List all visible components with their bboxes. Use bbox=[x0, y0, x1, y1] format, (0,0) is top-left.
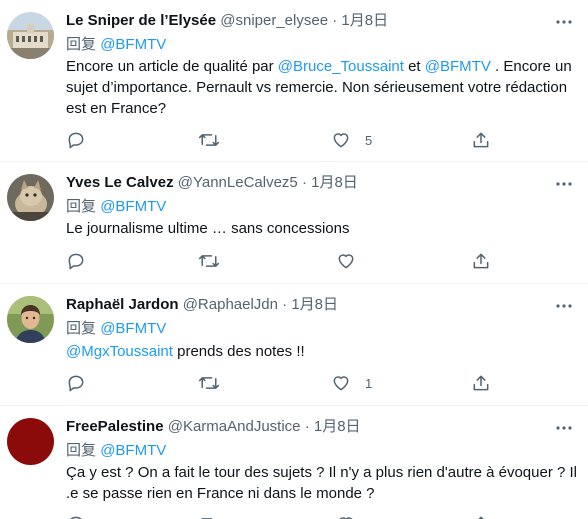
more-icon[interactable] bbox=[554, 174, 574, 194]
reply-button[interactable] bbox=[66, 130, 86, 150]
tweet-date[interactable]: 1月8日 bbox=[341, 12, 388, 29]
mention-link[interactable]: @MgxToussaint bbox=[66, 343, 173, 360]
like-icon bbox=[333, 133, 349, 148]
tweet-header: FreePalestine @KarmaAndJustice · 1月8日 bbox=[66, 418, 361, 436]
tweet-header: Raphaël Jardon @RaphaelJdn · 1月8日 bbox=[66, 296, 338, 314]
reply-button[interactable] bbox=[66, 373, 86, 393]
tweet[interactable]: Raphaël Jardon @RaphaelJdn · 1月8日 回复 @BF… bbox=[0, 284, 588, 405]
like-icon bbox=[333, 376, 349, 391]
replying-to: 回复 @BFMTV bbox=[66, 198, 166, 216]
reply-icon bbox=[68, 375, 84, 392]
retweet-button[interactable] bbox=[198, 251, 220, 271]
tweet[interactable]: Le Sniper de l’Elysée @sniper_elysee · 1… bbox=[0, 0, 588, 161]
reply-icon bbox=[68, 253, 84, 270]
retweet-button[interactable] bbox=[198, 514, 220, 519]
display-name[interactable]: Le Sniper de l’Elysée bbox=[66, 12, 216, 29]
user-handle[interactable]: @sniper_elysee bbox=[220, 12, 328, 29]
like-count: 1 bbox=[365, 375, 373, 391]
more-icon[interactable] bbox=[554, 12, 574, 32]
like-count: 5 bbox=[365, 132, 373, 148]
tweet-text: @MgxToussaint prends des notes !! bbox=[66, 341, 576, 362]
retweet-button[interactable] bbox=[198, 373, 220, 393]
user-handle[interactable]: @YannLeCalvez5 bbox=[178, 174, 298, 191]
text-segment: et bbox=[403, 58, 425, 75]
reply-button[interactable] bbox=[66, 251, 86, 271]
avatar[interactable] bbox=[7, 296, 54, 343]
reply-prefix: 回复 bbox=[66, 36, 97, 53]
tweet-header: Le Sniper de l’Elysée @sniper_elysee · 1… bbox=[66, 12, 388, 30]
text-segment: Le journalisme ultime … sans concessions bbox=[66, 220, 350, 237]
mention-link[interactable]: @BFMTV bbox=[425, 58, 491, 75]
separator-dot: · bbox=[282, 296, 288, 313]
reply-icon bbox=[70, 516, 82, 519]
reply-button[interactable] bbox=[66, 514, 86, 519]
reply-feed: Le Sniper de l’Elysée @sniper_elysee · 1… bbox=[0, 0, 588, 519]
share-icon bbox=[473, 253, 489, 269]
tweet-date[interactable]: 1月8日 bbox=[311, 174, 358, 191]
like-icon bbox=[339, 517, 353, 519]
retweet-icon bbox=[201, 518, 213, 519]
share-icon bbox=[478, 516, 484, 519]
user-handle[interactable]: @KarmaAndJustice bbox=[168, 418, 301, 435]
display-name[interactable]: FreePalestine bbox=[66, 418, 164, 435]
mention-link[interactable]: @Bruce_Toussaint bbox=[278, 58, 404, 75]
reply-icon bbox=[68, 132, 84, 149]
retweet-icon bbox=[198, 255, 220, 267]
separator-dot: · bbox=[304, 418, 310, 435]
retweet-icon bbox=[198, 377, 220, 389]
tweet[interactable]: Yves Le Calvez @YannLeCalvez5 · 1月8日 回复 … bbox=[0, 162, 588, 283]
user-handle[interactable]: @RaphaelJdn bbox=[183, 296, 278, 313]
tweet-header: Yves Le Calvez @YannLeCalvez5 · 1月8日 bbox=[66, 174, 358, 192]
tweet-text: Le journalisme ultime … sans concessions bbox=[66, 218, 576, 239]
share-icon bbox=[473, 375, 489, 391]
text-segment: Ça y est ? On a fait le tour des sujets … bbox=[66, 464, 578, 502]
like-button[interactable]: 5 bbox=[331, 130, 372, 150]
more-icon[interactable] bbox=[554, 296, 574, 316]
reply-prefix: 回复 bbox=[66, 320, 97, 337]
tweet-text: Ça y est ? On a fait le tour des sujets … bbox=[66, 462, 581, 504]
text-segment: Encore un article de qualité par bbox=[66, 58, 278, 75]
share-button[interactable] bbox=[471, 130, 491, 150]
reply-prefix: 回复 bbox=[66, 442, 97, 459]
retweet-icon bbox=[198, 134, 220, 146]
retweet-button[interactable] bbox=[198, 130, 220, 150]
reply-mention[interactable]: @BFMTV bbox=[100, 36, 166, 53]
share-icon bbox=[473, 132, 489, 148]
reply-mention[interactable]: @BFMTV bbox=[100, 442, 166, 459]
like-icon bbox=[338, 254, 354, 269]
display-name[interactable]: Raphaël Jardon bbox=[66, 296, 179, 313]
like-button[interactable]: 1 bbox=[331, 373, 372, 393]
share-button[interactable] bbox=[471, 251, 491, 271]
replying-to: 回复 @BFMTV bbox=[66, 36, 166, 54]
replying-to: 回复 @BFMTV bbox=[66, 320, 166, 338]
replying-to: 回复 @BFMTV bbox=[66, 442, 166, 460]
avatar[interactable] bbox=[7, 174, 54, 221]
more-icon[interactable] bbox=[554, 418, 574, 438]
avatar[interactable] bbox=[7, 418, 54, 465]
reply-prefix: 回复 bbox=[66, 198, 97, 215]
like-button[interactable] bbox=[336, 514, 356, 519]
like-button[interactable] bbox=[336, 251, 356, 271]
share-button[interactable] bbox=[471, 373, 491, 393]
reply-mention[interactable]: @BFMTV bbox=[100, 320, 166, 337]
reply-mention[interactable]: @BFMTV bbox=[100, 198, 166, 215]
tweet-date[interactable]: 1月8日 bbox=[291, 296, 338, 313]
avatar[interactable] bbox=[7, 12, 54, 59]
tweet[interactable]: FreePalestine @KarmaAndJustice · 1月8日 回复… bbox=[0, 406, 588, 519]
tweet-text: Encore un article de qualité par @Bruce_… bbox=[66, 56, 576, 119]
display-name[interactable]: Yves Le Calvez bbox=[66, 174, 174, 191]
separator-dot: · bbox=[301, 174, 307, 191]
tweet-date[interactable]: 1月8日 bbox=[314, 418, 361, 435]
share-button[interactable] bbox=[471, 514, 491, 519]
separator-dot: · bbox=[332, 12, 338, 29]
text-segment: prends des notes !! bbox=[172, 343, 305, 360]
